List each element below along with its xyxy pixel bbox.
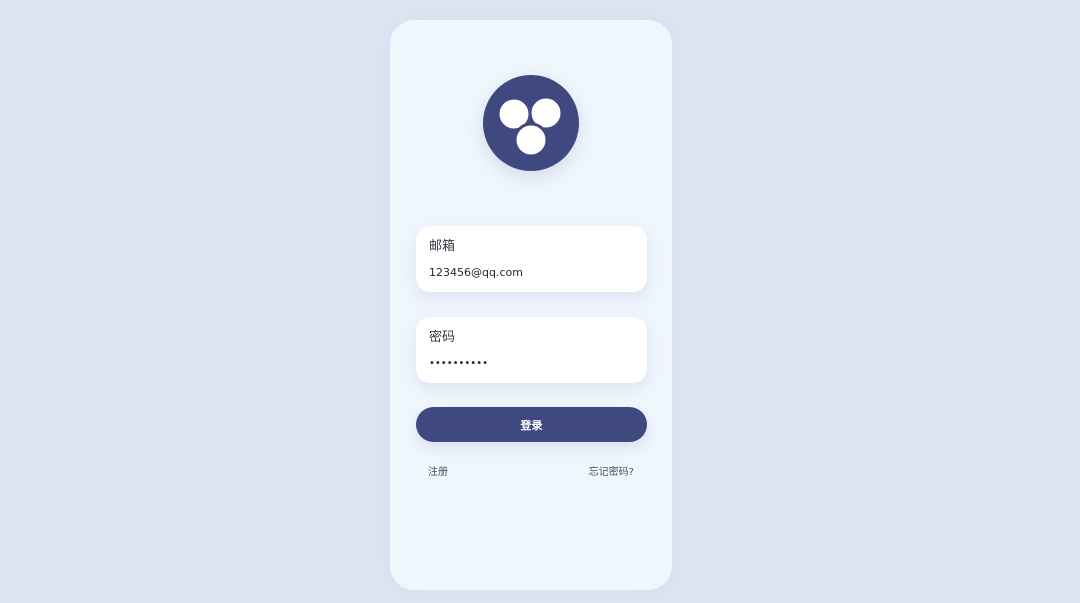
login-button[interactable]: 登录 bbox=[416, 407, 647, 442]
app-logo-icon bbox=[483, 75, 579, 171]
password-label: 密码 bbox=[429, 330, 456, 345]
login-card: 邮箱 密码 登录 注册 忘记密码? bbox=[390, 20, 672, 590]
email-input[interactable] bbox=[429, 264, 629, 282]
page: 邮箱 密码 登录 注册 忘记密码? bbox=[0, 0, 1080, 603]
password-field[interactable]: 密码 bbox=[416, 317, 647, 383]
logo-circles-graphic bbox=[496, 95, 564, 158]
email-field[interactable]: 邮箱 bbox=[416, 226, 647, 292]
forgot-password-link[interactable]: 忘记密码? bbox=[589, 467, 634, 479]
email-label: 邮箱 bbox=[429, 239, 456, 254]
register-link[interactable]: 注册 bbox=[428, 467, 448, 479]
password-input[interactable] bbox=[429, 355, 629, 373]
